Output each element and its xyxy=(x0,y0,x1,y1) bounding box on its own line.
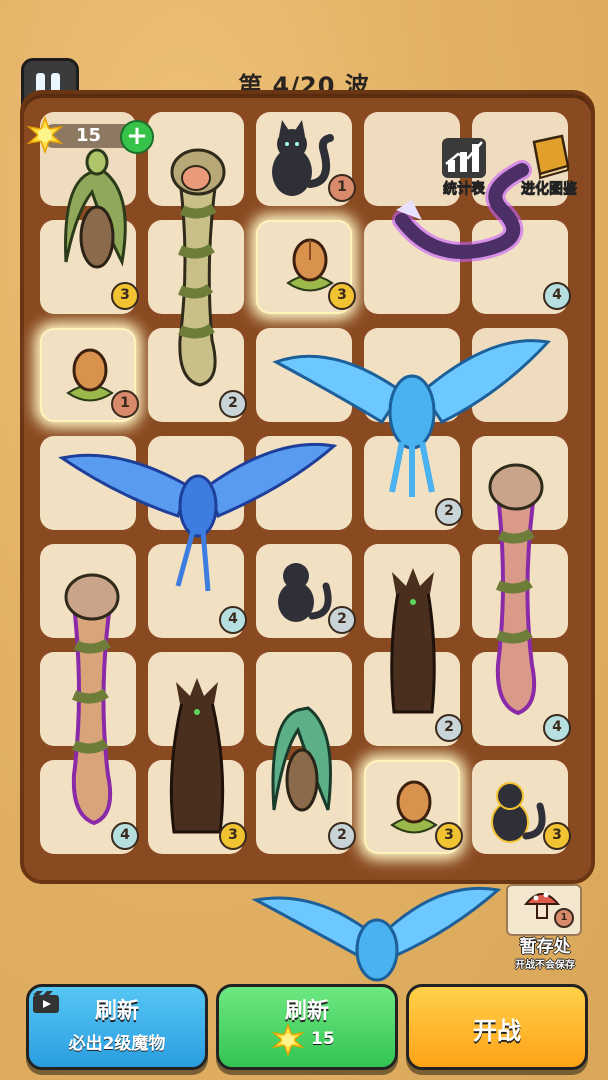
level-badge: 2 xyxy=(219,390,247,418)
video-ad-icon xyxy=(33,991,59,1013)
mandrake-plant-monster[interactable] xyxy=(262,680,342,840)
sun-icon xyxy=(271,1023,305,1057)
refresh-ad-subtitle: 必出2级魔物 xyxy=(68,1034,166,1054)
tree-golem-monster[interactable] xyxy=(378,562,448,722)
level-badge: 2 xyxy=(328,606,356,634)
storage-slot[interactable]: 1 暂存处 开战不会保存 xyxy=(500,880,590,976)
refresh-sun-button[interactable]: 刷新 15 xyxy=(216,984,398,1070)
sandworm-monster[interactable] xyxy=(44,565,134,835)
refresh-sun-cost: 15 xyxy=(311,1029,335,1049)
level-badge: 4 xyxy=(543,714,571,742)
sun-count: 15 xyxy=(76,125,102,146)
level-badge: 3 xyxy=(435,822,463,850)
level-badge: 4 xyxy=(111,822,139,850)
level-badge: 1 xyxy=(111,390,139,418)
sandworm-monster[interactable] xyxy=(150,140,240,400)
book-icon xyxy=(532,134,570,180)
storage-note: 开战不会保存 xyxy=(515,960,575,971)
level-badge: 2 xyxy=(328,822,356,850)
level-badge: 4 xyxy=(543,282,571,310)
stats-label: 统计表 xyxy=(443,181,486,198)
ice-phoenix-preview xyxy=(251,886,502,982)
bulb-plant-monster[interactable] xyxy=(384,770,444,840)
level-badge: 3 xyxy=(543,822,571,850)
evolution-codex-button[interactable]: 进化图鉴 xyxy=(512,134,586,200)
start-battle-button[interactable]: 开战 xyxy=(406,984,588,1070)
level-badge: 3 xyxy=(111,282,139,310)
level-badge: 1 xyxy=(328,174,356,202)
sun-resource-counter: 15 + xyxy=(26,115,154,155)
chart-icon xyxy=(442,138,486,178)
add-sun-button[interactable]: + xyxy=(120,120,154,154)
refresh-ad-button[interactable]: 刷新 必出2级魔物 xyxy=(26,984,208,1070)
level-badge: 2 xyxy=(435,714,463,742)
level-badge: 3 xyxy=(328,282,356,310)
bulb-plant-monster[interactable] xyxy=(60,338,120,408)
stats-button[interactable]: 统计表 xyxy=(434,134,494,200)
sandworm-monster[interactable] xyxy=(470,455,560,725)
start-battle-label: 开战 xyxy=(473,1017,521,1045)
level-badge: 2 xyxy=(435,498,463,526)
storage-level-badge: 1 xyxy=(554,908,574,928)
sun-icon xyxy=(26,115,64,155)
level-badge: 3 xyxy=(219,822,247,850)
level-badge: 4 xyxy=(219,606,247,634)
storage-title: 暂存处 xyxy=(519,937,571,957)
codex-label: 进化图鉴 xyxy=(521,181,578,198)
refresh-sun-title: 刷新 xyxy=(284,999,329,1024)
tree-golem-monster[interactable] xyxy=(152,672,242,842)
mandrake-plant-monster[interactable] xyxy=(52,132,142,292)
